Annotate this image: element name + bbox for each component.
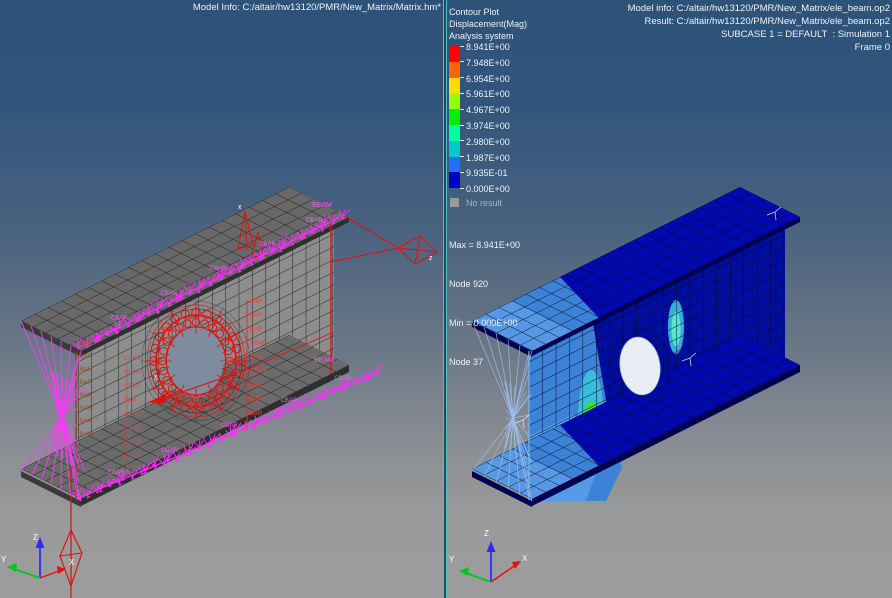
svg-text:ROD: ROD <box>217 327 229 333</box>
svg-text:CBAR: CBAR <box>124 440 141 446</box>
svg-text:CBAR: CBAR <box>108 470 125 476</box>
svg-text:Y: Y <box>449 555 455 564</box>
svg-text:CBAR: CBAR <box>124 426 141 432</box>
svg-text:CBAR: CBAR <box>124 356 141 362</box>
svg-text:CBAR: CBAR <box>250 369 267 375</box>
svg-text:BAR: BAR <box>80 341 93 347</box>
svg-text:CBAR: CBAR <box>124 384 141 390</box>
svg-text:X: X <box>69 558 75 567</box>
svg-text:Z: Z <box>484 529 489 538</box>
svg-text:ROD: ROD <box>161 327 173 333</box>
svg-text:BAR: BAR <box>250 327 263 333</box>
svg-text:BAR: BAR <box>250 397 263 403</box>
svg-text:ROD: ROD <box>189 314 201 320</box>
svg-text:BAR: BAR <box>250 355 263 361</box>
left-viewport-title: Model Info: C:/altair/hw13120/PMR/New_Ma… <box>0 2 441 13</box>
contour-legend: Contour Plot Displacement(Mag) Analysis … <box>449 6 599 395</box>
svg-text:CBAR: CBAR <box>281 398 298 404</box>
legend-no-result: No result <box>449 197 599 209</box>
svg-text:z: z <box>429 255 433 262</box>
x-axis-arrow <box>512 561 521 569</box>
svg-text:BAR: BAR <box>80 393 93 399</box>
y-axis-arrow <box>7 563 17 572</box>
svg-text:BAR: BAR <box>80 432 93 438</box>
no-result-swatch <box>450 198 459 207</box>
svg-text:CBAR: CBAR <box>250 341 267 347</box>
svg-text:Y: Y <box>1 555 7 564</box>
svg-text:X: X <box>522 554 528 563</box>
svg-text:CBAR: CBAR <box>124 454 141 460</box>
svg-text:ROD: ROD <box>228 359 240 365</box>
y-axis-arrow <box>459 567 469 576</box>
svg-text:CBAR: CBAR <box>160 291 177 297</box>
svg-text:Z: Z <box>33 533 38 542</box>
legend-max-node: Node 920 <box>449 278 599 291</box>
svg-text:BAR: BAR <box>80 367 93 373</box>
svg-text:BAR: BAR <box>250 299 263 305</box>
svg-text:CBAR: CBAR <box>306 218 323 224</box>
svg-text:x: x <box>154 374 158 381</box>
legend-subtitle: Displacement(Mag) <box>449 18 599 30</box>
triad-right: Z Y X <box>449 529 528 582</box>
svg-text:CBAR: CBAR <box>334 376 351 382</box>
svg-text:ROD: ROD <box>150 359 162 365</box>
svg-text:BAR: BAR <box>250 411 263 417</box>
svg-text:x: x <box>238 204 242 211</box>
model-view-left[interactable]: RODRODRODRODRODRODRODROD <box>0 0 443 598</box>
svg-text:BEAM: BEAM <box>312 202 332 209</box>
legend-colorbar: 8.941E+007.948E+006.954E+005.961E+004.96… <box>449 46 599 189</box>
svg-text:CBAR: CBAR <box>124 370 141 376</box>
legend-title: Contour Plot <box>449 6 599 18</box>
svg-text:BAR: BAR <box>80 419 93 425</box>
svg-text:BAR: BAR <box>124 398 137 404</box>
svg-text:BEAM: BEAM <box>314 357 334 364</box>
svg-text:CBAR: CBAR <box>161 448 178 454</box>
svg-text:ROD: ROD <box>189 404 201 410</box>
svg-text:BAR: BAR <box>250 313 263 319</box>
svg-text:BAR: BAR <box>80 380 93 386</box>
svg-text:CBAR: CBAR <box>210 266 227 272</box>
svg-text:ROD: ROD <box>217 391 229 397</box>
z-axis-arrow <box>487 541 496 552</box>
legend-min-node: Node 37 <box>449 356 599 369</box>
right-viewport[interactable]: Z Y X Model info: C:/altair/hw13120/PMR/… <box>447 0 892 598</box>
svg-text:CBAR: CBAR <box>259 241 276 247</box>
svg-text:BAR: BAR <box>80 406 93 412</box>
svg-text:CBAR: CBAR <box>124 412 141 418</box>
svg-text:BAR: BAR <box>80 354 93 360</box>
legend-max: Max = 8.941E+00 <box>449 239 599 252</box>
svg-text:BAR: BAR <box>250 383 263 389</box>
left-viewport[interactable]: RODRODRODRODRODRODRODROD <box>0 0 443 598</box>
legend-min: Min = 0.000E+00 <box>449 317 599 330</box>
svg-text:CBAR: CBAR <box>111 316 128 322</box>
svg-text:CBAR: CBAR <box>221 423 238 429</box>
hyperview-window: RODRODRODRODRODRODRODROD <box>0 0 892 598</box>
